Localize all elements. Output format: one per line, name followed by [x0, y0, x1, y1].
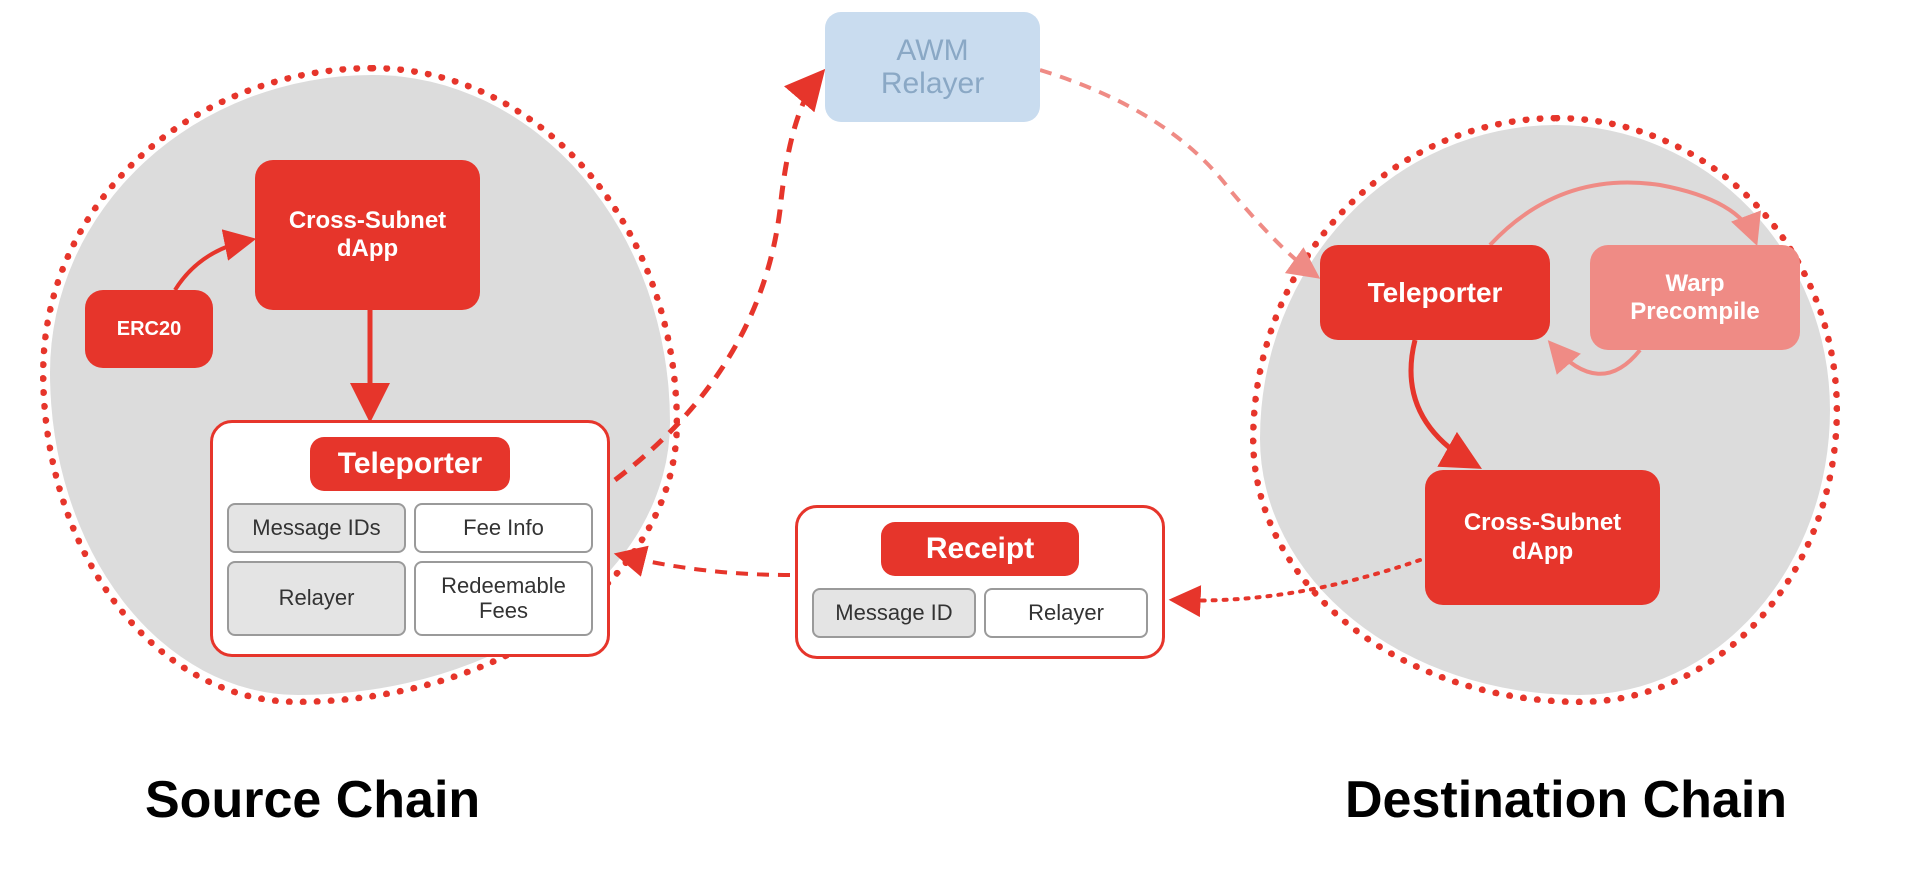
teleporter-cell-redeemable-fees: Redeemable Fees — [414, 561, 593, 636]
arrow-awm-to-dest-teleporter — [1040, 70, 1315, 275]
source-teleporter-panel: Teleporter Message IDs Fee Info Relayer … — [210, 420, 610, 657]
teleporter-cell-message-ids: Message IDs — [227, 503, 406, 553]
source-chain-label: Source Chain — [145, 770, 480, 830]
awm-relayer-node: AWM Relayer — [825, 12, 1040, 122]
erc20-node: ERC20 — [85, 290, 213, 368]
source-teleporter-title: Teleporter — [310, 437, 510, 491]
diagram-canvas: ERC20 Cross-Subnet dApp Teleporter Messa… — [0, 0, 1920, 892]
receipt-cell-relayer: Relayer — [984, 588, 1148, 638]
receipt-panel: Receipt Message ID Relayer — [795, 505, 1165, 659]
source-cross-subnet-dapp-node: Cross-Subnet dApp — [255, 160, 480, 310]
destination-chain-label: Destination Chain — [1345, 770, 1787, 830]
receipt-grid: Message ID Relayer — [812, 588, 1148, 638]
destination-cross-subnet-dapp-node: Cross-Subnet dApp — [1425, 470, 1660, 605]
receipt-title: Receipt — [881, 522, 1079, 576]
warp-precompile-node: Warp Precompile — [1590, 245, 1800, 350]
arrow-receipt-to-source-teleporter — [620, 555, 790, 575]
destination-teleporter-node: Teleporter — [1320, 245, 1550, 340]
teleporter-cell-fee-info: Fee Info — [414, 503, 593, 553]
teleporter-cell-relayer: Relayer — [227, 561, 406, 636]
receipt-cell-message-id: Message ID — [812, 588, 976, 638]
destination-chain-blob — [1260, 125, 1830, 695]
source-teleporter-grid: Message IDs Fee Info Relayer Redeemable … — [227, 503, 593, 636]
